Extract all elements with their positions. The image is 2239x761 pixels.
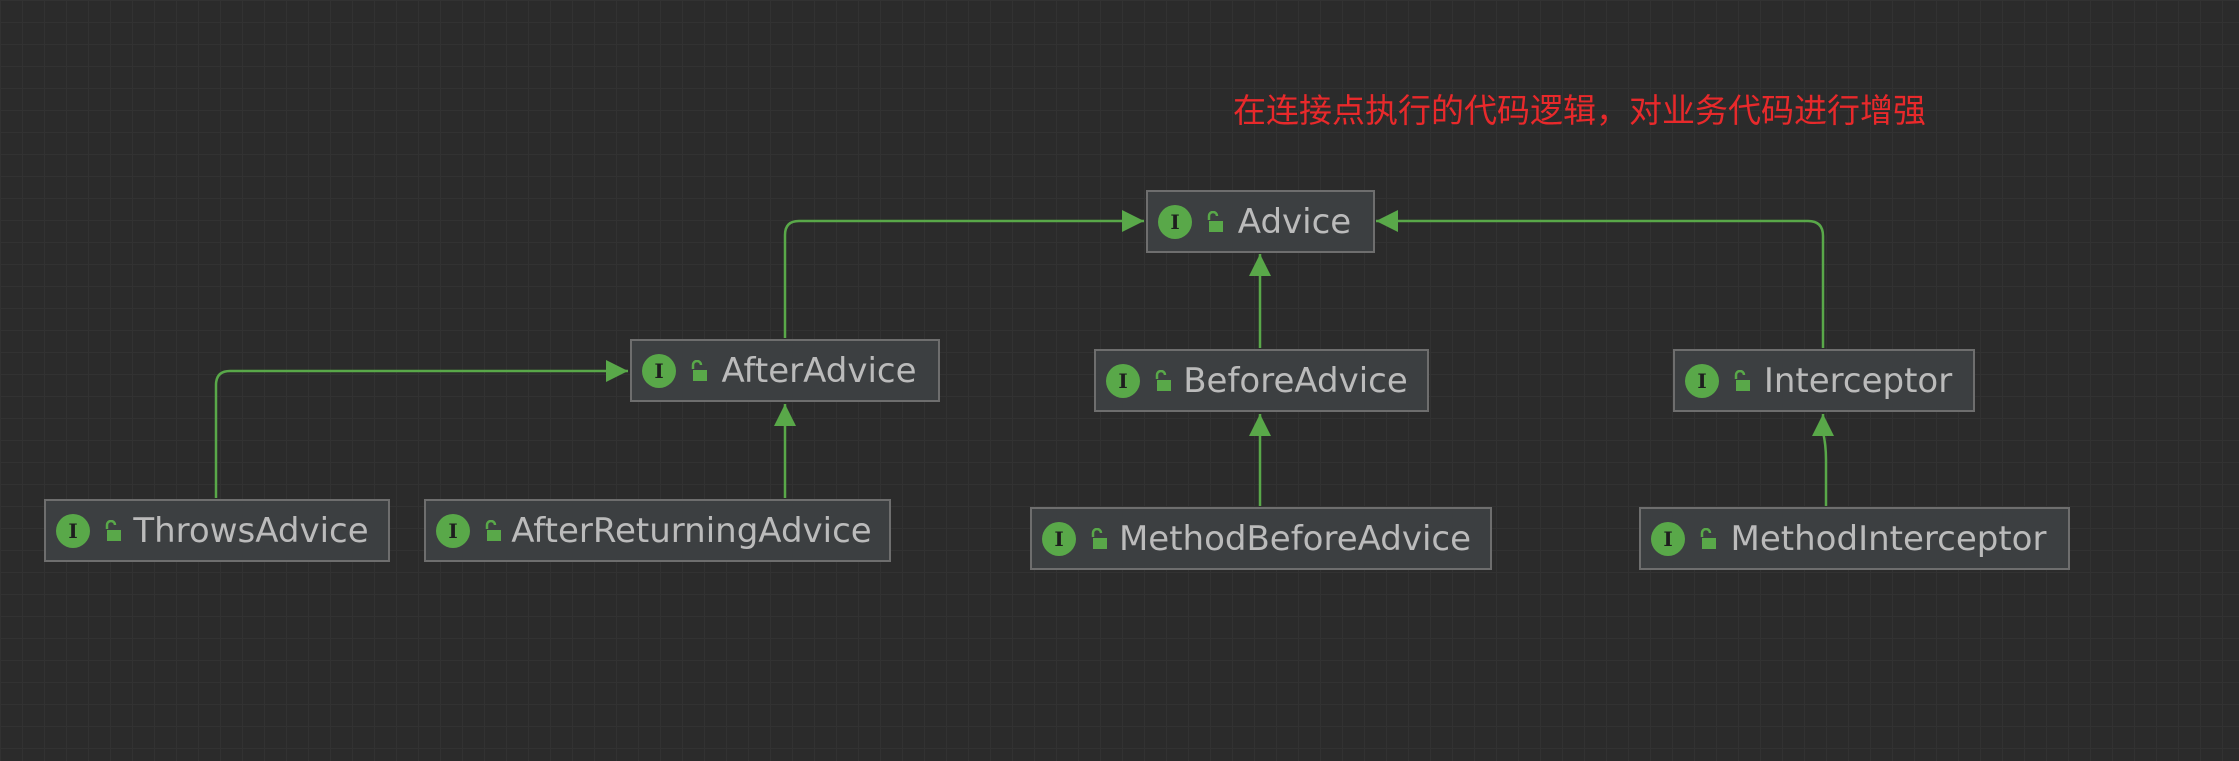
edge-throws-advice-to-after-advice — [214, 360, 628, 498]
public-lock-icon — [688, 359, 710, 383]
node-label: AfterReturningAdvice — [511, 510, 872, 551]
node-label: Interceptor — [1763, 360, 1953, 401]
node-advice[interactable]: I Advice — [1146, 190, 1375, 253]
node-label: BeforeAdvice — [1183, 360, 1408, 401]
node-before-advice[interactable]: I BeforeAdvice — [1094, 349, 1429, 412]
interface-icon: I — [1106, 363, 1140, 398]
public-lock-icon — [1088, 527, 1110, 551]
edge-interceptor-to-advice — [1376, 210, 1825, 348]
public-lock-icon — [102, 519, 124, 543]
annotation-note: 在连接点执行的代码逻辑，对业务代码进行增强 — [1233, 91, 1926, 130]
public-lock-icon — [1204, 210, 1226, 234]
interface-icon: I — [642, 353, 676, 388]
public-lock-icon — [1697, 527, 1719, 551]
interface-icon: I — [1158, 204, 1192, 239]
node-throws-advice[interactable]: I ThrowsAdvice — [44, 499, 390, 562]
interface-icon: I — [1042, 521, 1076, 556]
node-label: MethodInterceptor — [1730, 518, 2047, 559]
diagram-canvas: 在连接点执行的代码逻辑，对业务代码进行增强 I Advice I AfterAd… — [0, 0, 2239, 761]
public-lock-icon — [1152, 369, 1174, 393]
node-method-interceptor[interactable]: I MethodInterceptor — [1639, 507, 2070, 570]
node-interceptor[interactable]: I Interceptor — [1673, 349, 1975, 412]
node-after-advice[interactable]: I AfterAdvice — [630, 339, 940, 402]
edge-after-advice-to-advice — [783, 210, 1144, 338]
node-label: ThrowsAdvice — [133, 510, 369, 551]
node-label: MethodBeforeAdvice — [1118, 518, 1472, 559]
node-after-returning-advice[interactable]: I AfterReturningAdvice — [424, 499, 891, 562]
node-label: AfterAdvice — [721, 350, 917, 391]
interface-icon: I — [436, 513, 470, 548]
node-label: Advice — [1237, 201, 1352, 242]
node-method-before-advice[interactable]: I MethodBeforeAdvice — [1030, 507, 1492, 570]
public-lock-icon — [1731, 369, 1753, 393]
interface-icon: I — [1651, 521, 1685, 556]
interface-icon: I — [1685, 363, 1719, 398]
edge-method-interceptor-to-interceptor — [1812, 414, 1834, 506]
interface-icon: I — [56, 513, 90, 548]
public-lock-icon — [482, 519, 504, 543]
